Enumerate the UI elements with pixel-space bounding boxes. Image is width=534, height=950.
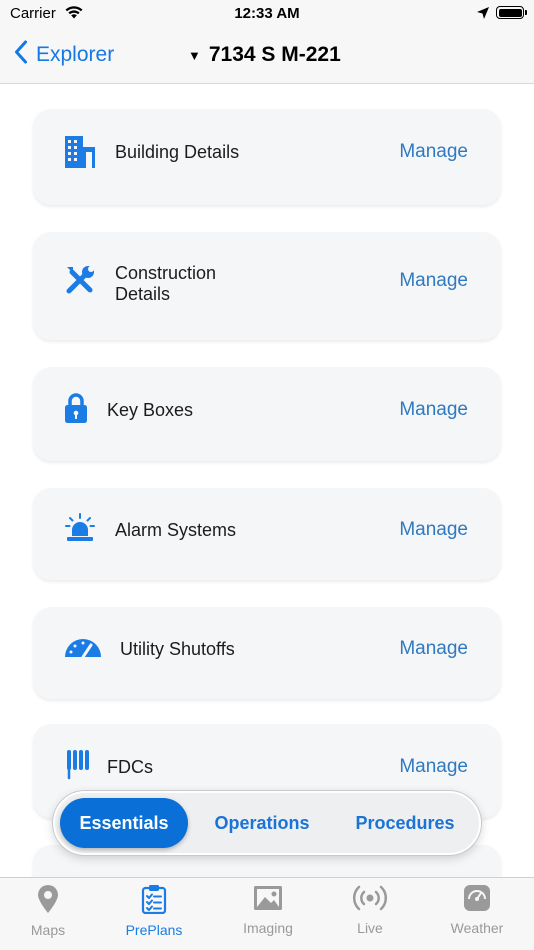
card-building-details[interactable]: Building Details Manage xyxy=(33,109,501,205)
tab-label: PrePlans xyxy=(125,922,183,938)
battery-icon xyxy=(496,6,527,19)
preplan-content[interactable]: Building Details Manage Construction Det… xyxy=(0,85,534,877)
manage-construction-details-button[interactable]: Manage xyxy=(399,270,468,292)
manage-utility-shutoffs-button[interactable]: Manage xyxy=(399,638,468,660)
tab-bar: Maps PrePlans Imaging Live Weather xyxy=(0,877,534,950)
tab-maps[interactable]: Maps xyxy=(8,884,88,938)
tab-imaging[interactable]: Imaging xyxy=(228,884,308,936)
gauge-icon xyxy=(64,636,102,658)
tab-label: Live xyxy=(357,920,383,936)
manage-building-details-button[interactable]: Manage xyxy=(399,141,468,163)
location-arrow-icon xyxy=(476,6,490,25)
tab-label: Imaging xyxy=(243,920,293,936)
chevron-left-icon xyxy=(14,40,28,69)
manage-alarm-systems-button[interactable]: Manage xyxy=(399,519,468,541)
segment-operations[interactable]: Operations xyxy=(198,798,326,848)
back-button[interactable]: Explorer xyxy=(14,40,114,69)
manage-fdcs-button[interactable]: Manage xyxy=(399,756,468,778)
card-label: FDCs xyxy=(107,757,153,777)
building-icon xyxy=(64,135,96,169)
status-time: 12:33 AM xyxy=(234,5,300,22)
card-label-line: Details xyxy=(115,284,171,304)
card-key-boxes[interactable]: Key Boxes Manage xyxy=(33,367,501,461)
image-icon xyxy=(253,884,283,917)
card-label: Building Details xyxy=(115,142,240,162)
lock-icon xyxy=(64,392,88,424)
alarm-siren-icon xyxy=(64,513,96,543)
address-selector[interactable]: ▼ 7134 S M-221 xyxy=(188,43,341,67)
navigation-bar: Explorer ▼ 7134 S M-221 xyxy=(0,28,534,84)
page-title: 7134 S M-221 xyxy=(208,43,341,66)
card-label-line: Construction xyxy=(115,263,217,283)
card-label: Utility Shutoffs xyxy=(120,639,235,659)
section-segmented-control: Essentials Operations Procedures xyxy=(53,791,481,855)
wrench-screwdriver-icon xyxy=(64,264,96,296)
manage-key-boxes-button[interactable]: Manage xyxy=(399,399,468,421)
tab-live[interactable]: Live xyxy=(330,884,410,936)
status-bar: Carrier 12:33 AM xyxy=(0,0,534,28)
map-pin-icon xyxy=(37,884,59,919)
card-construction-details[interactable]: Construction Details Manage xyxy=(33,232,501,340)
broadcast-icon xyxy=(351,884,389,917)
card-alarm-systems[interactable]: Alarm Systems Manage xyxy=(33,488,501,580)
card-label: Key Boxes xyxy=(107,400,194,420)
segment-procedures[interactable]: Procedures xyxy=(338,798,472,848)
segment-essentials[interactable]: Essentials xyxy=(60,798,188,848)
tab-label: Weather xyxy=(450,920,504,936)
tab-preplans[interactable]: PrePlans xyxy=(114,884,194,938)
caret-down-icon: ▼ xyxy=(188,47,201,63)
card-label: Construction Details xyxy=(115,263,216,305)
tab-label: Maps xyxy=(30,922,66,938)
weather-gauge-icon xyxy=(463,884,491,917)
tab-weather[interactable]: Weather xyxy=(437,884,517,936)
card-utility-shutoffs[interactable]: Utility Shutoffs Manage xyxy=(33,607,501,699)
card-label: Alarm Systems xyxy=(115,520,237,540)
clipboard-checklist-icon xyxy=(141,884,167,919)
back-button-label: Explorer xyxy=(36,42,115,66)
fdc-icon xyxy=(64,748,90,782)
